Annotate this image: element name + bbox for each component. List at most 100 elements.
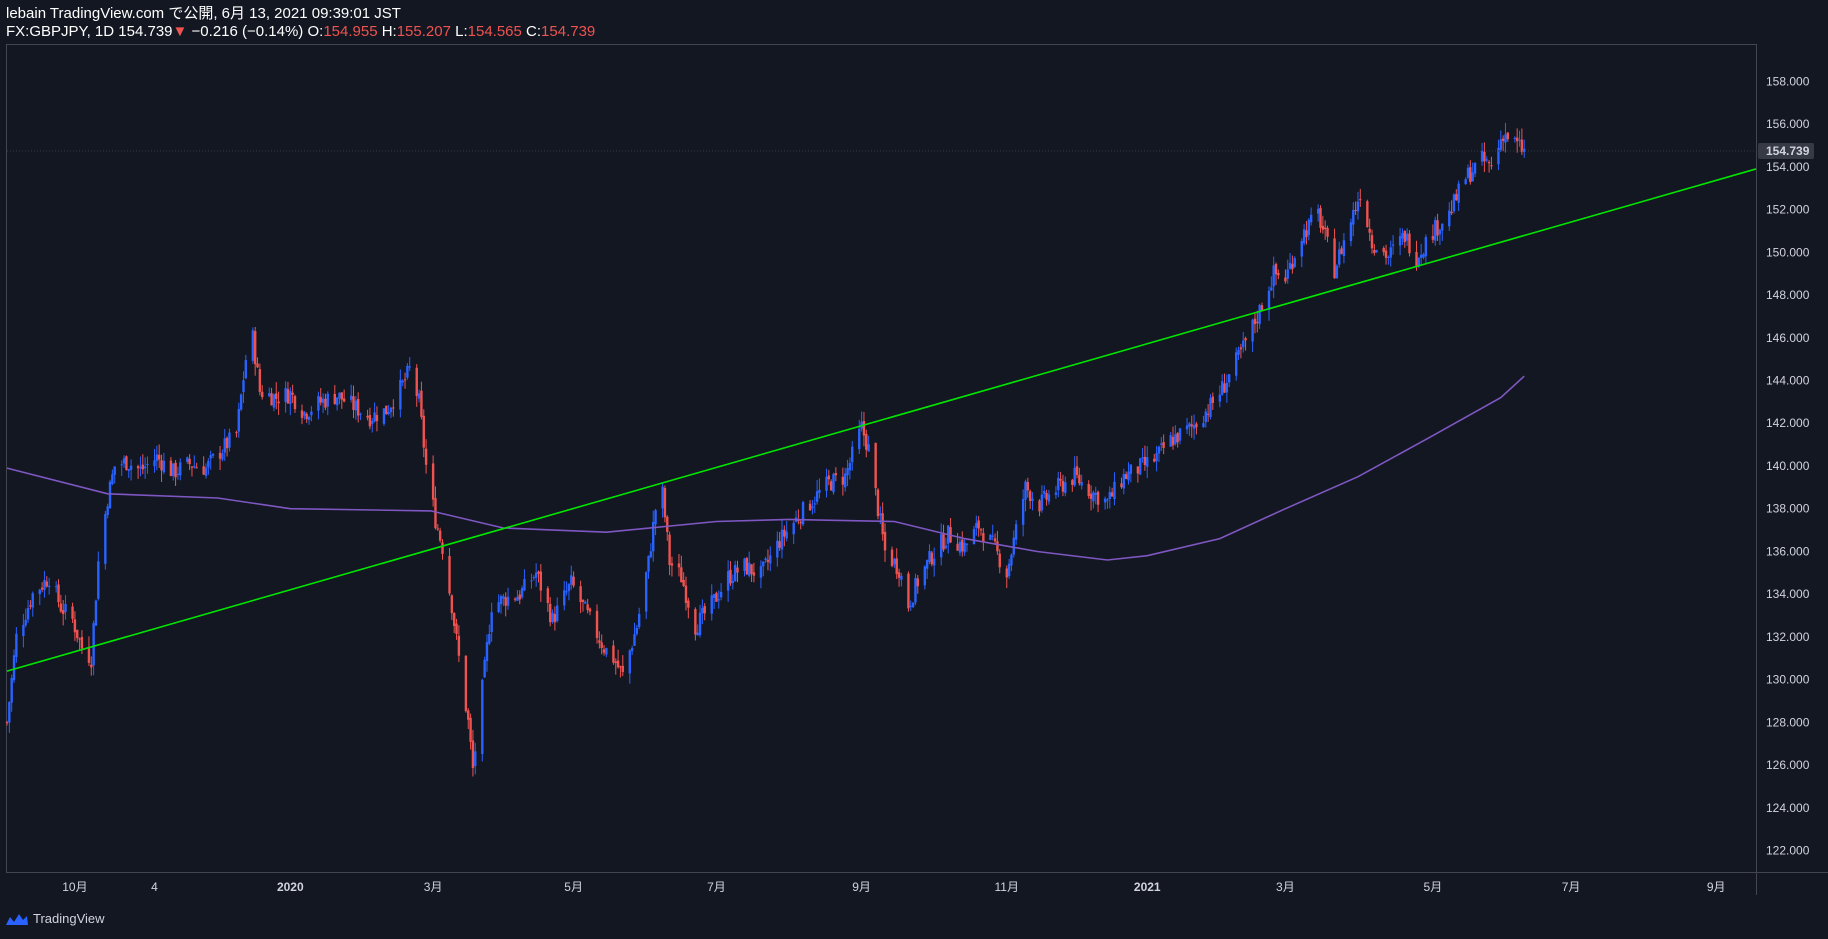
candle-body	[687, 600, 690, 608]
candle-body	[71, 606, 74, 619]
candle-body	[769, 555, 772, 564]
candle-body	[1291, 263, 1294, 270]
candle-body	[1043, 490, 1046, 494]
time-axis[interactable]: 10月 4 2020 3月 5月 7月 9月 11月 2021 3月 5月 7月 9月	[62, 880, 1725, 894]
candle-body	[998, 553, 1001, 568]
candle-body	[467, 710, 470, 720]
candle-body	[1237, 349, 1240, 355]
candle-body	[12, 655, 16, 681]
candle-body	[371, 420, 374, 424]
candle-body	[1349, 222, 1353, 242]
price-chart[interactable]: 122.000 124.000 126.000 128.000 130.000 132.0…	[0, 0, 1828, 939]
candle-body	[504, 597, 507, 606]
candle-body	[1024, 481, 1027, 500]
candle-body	[1520, 139, 1524, 153]
candle-body	[701, 607, 704, 614]
candle-body	[776, 540, 779, 558]
candle-body	[1127, 471, 1130, 481]
candle-body	[261, 391, 264, 398]
candle-body	[605, 647, 608, 655]
candle-body	[289, 390, 292, 404]
candle-body	[29, 605, 32, 607]
candle-body	[469, 717, 472, 742]
candle-body	[1515, 137, 1519, 142]
candle-body	[670, 563, 674, 566]
candle-body	[441, 542, 444, 554]
candle-body	[272, 394, 276, 408]
candle-body	[1513, 137, 1517, 140]
candle-body	[244, 360, 248, 379]
price-axis[interactable]: 122.000 124.000 126.000 128.000 130.000 132.0…	[1758, 74, 1814, 858]
candle-body	[207, 460, 210, 468]
candle-body	[766, 559, 770, 562]
candle-body	[930, 552, 934, 565]
candle-body	[989, 534, 992, 540]
candle-body	[764, 558, 767, 561]
candle-body	[319, 397, 322, 403]
candle-body	[1171, 436, 1175, 446]
candle-body	[488, 634, 491, 644]
candle-body	[1195, 423, 1198, 428]
candle-body	[762, 561, 765, 567]
candle-body	[677, 563, 681, 568]
candle-body	[916, 578, 919, 587]
candle-body	[76, 629, 79, 639]
candle-body	[26, 607, 30, 620]
candle-body	[338, 392, 341, 399]
candle-body	[530, 580, 533, 582]
candle-body	[1239, 347, 1243, 350]
candle-body	[1136, 466, 1140, 474]
candle-body	[464, 655, 468, 712]
candle-body	[829, 481, 833, 491]
candle-body	[24, 619, 27, 626]
candle-body	[516, 596, 519, 601]
candle-body	[944, 545, 948, 549]
candle-body	[874, 442, 877, 489]
candle-body	[1110, 492, 1114, 497]
candle-body	[1448, 210, 1451, 227]
candle-body	[457, 635, 461, 656]
candle-body	[1359, 199, 1362, 201]
candle-body	[537, 571, 540, 574]
candle-body	[1157, 446, 1161, 454]
candle-body	[1061, 480, 1065, 492]
candle-body	[438, 530, 442, 541]
candle-body	[811, 506, 814, 509]
candle-body	[143, 466, 147, 469]
brand-label: TradingView	[33, 911, 105, 926]
candle-body	[1005, 568, 1008, 578]
candle-body	[204, 467, 208, 476]
candle-body	[141, 464, 144, 470]
candle-body	[1155, 452, 1158, 462]
candle-body	[186, 457, 189, 463]
candle-body	[925, 560, 929, 569]
candle-body	[712, 594, 716, 598]
candle-body	[1518, 139, 1521, 141]
candle-body	[841, 476, 845, 485]
candle-body	[548, 603, 552, 623]
candle-body	[455, 623, 458, 634]
candle-body	[242, 380, 245, 393]
candle-body	[15, 633, 18, 658]
candle-body	[1398, 236, 1402, 246]
price-tick-label: 152.000	[1766, 203, 1810, 217]
candles	[5, 122, 1526, 777]
candle-body	[621, 665, 624, 672]
candle-body	[80, 637, 84, 649]
candle-body	[354, 400, 358, 411]
candle-body	[1185, 425, 1189, 430]
candle-body	[422, 415, 425, 448]
candle-body	[349, 395, 353, 400]
candle-body	[1223, 383, 1226, 393]
candle-body	[982, 533, 985, 542]
candle-body	[630, 647, 634, 652]
candle-body	[90, 664, 93, 668]
candle-body	[434, 498, 437, 529]
candle-body	[387, 412, 390, 415]
candle-body	[991, 535, 994, 537]
candle-body	[1160, 443, 1163, 445]
candle-body	[961, 539, 964, 552]
candle-body	[614, 661, 617, 664]
tradingview-brand[interactable]: TradingView	[5, 911, 105, 926]
overlay-lines	[6, 150, 1757, 672]
